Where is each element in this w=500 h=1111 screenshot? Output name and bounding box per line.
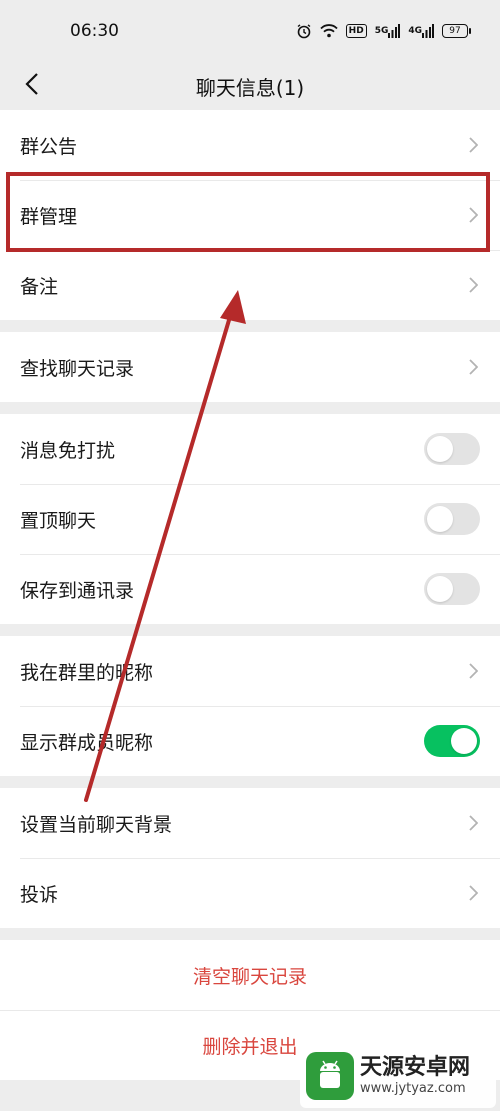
nav-bar: 聊天信息(1): [0, 62, 500, 110]
row-search-history[interactable]: 查找聊天记录: [0, 332, 500, 402]
row-label: 显示群成员昵称: [20, 731, 154, 754]
row-label: 我在群里的昵称: [20, 661, 154, 684]
chevron-right-icon: [466, 136, 480, 154]
clear-history-label: 清空聊天记录: [192, 965, 307, 988]
chevron-right-icon: [466, 206, 480, 224]
chevron-right-icon: [466, 884, 480, 902]
signal-4g-icon: 4G: [408, 24, 434, 38]
row-chat-background[interactable]: 设置当前聊天背景: [0, 788, 500, 858]
row-group-notice[interactable]: 群公告: [0, 110, 500, 180]
back-button[interactable]: [14, 66, 50, 106]
row-sticky: 置顶聊天: [0, 484, 500, 554]
save-contacts-toggle[interactable]: [424, 573, 480, 605]
show-nickname-toggle[interactable]: [424, 725, 480, 757]
wifi-icon: [320, 24, 338, 38]
watermark-url: www.jytyaz.com: [360, 1081, 466, 1096]
android-logo-icon: [306, 1052, 354, 1100]
row-label: 设置当前聊天背景: [20, 813, 173, 836]
row-label: 备注: [20, 275, 59, 298]
chevron-left-icon: [25, 72, 39, 100]
group-gap: [0, 624, 500, 636]
row-show-member-nickname: 显示群成员昵称: [0, 706, 500, 776]
row-label: 查找聊天记录: [20, 357, 135, 380]
row-mute: 消息免打扰: [0, 414, 500, 484]
row-label: 投诉: [20, 883, 59, 906]
settings-group-notice: 群公告 群管理 备注: [0, 110, 500, 320]
chevron-right-icon: [466, 276, 480, 294]
page-title: 聊天信息(1): [195, 75, 305, 100]
sticky-toggle[interactable]: [424, 503, 480, 535]
group-gap: [0, 928, 500, 940]
chevron-right-icon: [466, 358, 480, 376]
row-save-contacts: 保存到通讯录: [0, 554, 500, 624]
group-gap: [0, 776, 500, 788]
clear-history-button[interactable]: 清空聊天记录: [0, 940, 500, 1010]
signal-5g-icon: 5G: [375, 24, 401, 38]
group-gap: [0, 320, 500, 332]
settings-group-misc: 设置当前聊天背景 投诉: [0, 788, 500, 928]
chevron-right-icon: [466, 662, 480, 680]
status-bar: 06:30 HD 5G 4G 97: [0, 0, 500, 62]
row-complaint[interactable]: 投诉: [0, 858, 500, 928]
hd-badge: HD: [345, 24, 367, 38]
status-time: 06:30: [70, 21, 119, 41]
row-my-nickname[interactable]: 我在群里的昵称: [0, 636, 500, 706]
settings-group-toggles: 消息免打扰 置顶聊天 保存到通讯录: [0, 414, 500, 624]
row-group-manage[interactable]: 群管理: [0, 180, 500, 250]
mute-toggle[interactable]: [424, 433, 480, 465]
settings-group-search: 查找聊天记录: [0, 332, 500, 402]
row-remark[interactable]: 备注: [0, 250, 500, 320]
row-label: 保存到通讯录: [20, 579, 135, 602]
status-icons: HD 5G 4G 97: [296, 23, 471, 39]
chevron-right-icon: [466, 814, 480, 832]
battery-icon: 97: [442, 24, 471, 38]
watermark: 天源安卓网 www.jytyaz.com: [300, 1044, 496, 1108]
row-label: 群管理: [20, 205, 78, 228]
delete-exit-label: 删除并退出: [202, 1035, 298, 1058]
group-gap: [0, 402, 500, 414]
alarm-icon: [296, 23, 312, 39]
row-label: 置顶聊天: [20, 509, 97, 532]
row-label: 群公告: [20, 135, 78, 158]
row-label: 消息免打扰: [20, 439, 116, 462]
settings-group-nickname: 我在群里的昵称 显示群成员昵称: [0, 636, 500, 776]
watermark-title: 天源安卓网: [360, 1055, 471, 1080]
